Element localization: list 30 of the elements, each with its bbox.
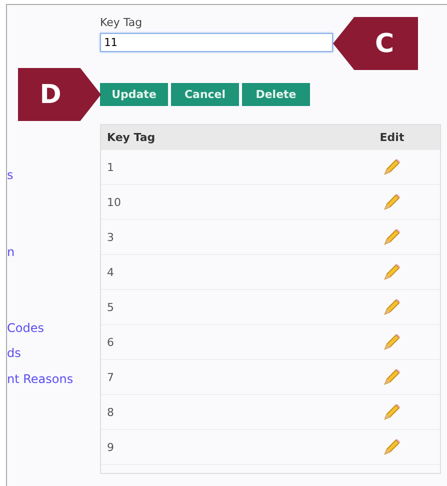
table-cell-text: 7 xyxy=(106,370,115,384)
table-cell-text: 4 xyxy=(106,266,115,278)
sidebar-link[interactable]: nt Reasons xyxy=(7,371,100,387)
action-button[interactable]: Delete xyxy=(242,83,310,106)
pencil-icon[interactable] xyxy=(382,262,402,282)
pencil-icon[interactable] xyxy=(382,227,402,247)
sidebar-link[interactable]: s xyxy=(7,167,100,183)
pencil-icon[interactable] xyxy=(382,332,402,352)
column-header: Edit xyxy=(378,131,406,144)
action-button[interactable]: Cancel xyxy=(171,83,239,106)
table-cell-text: 8 xyxy=(106,406,115,418)
action-button[interactable]: Update xyxy=(100,83,168,106)
pencil-icon[interactable] xyxy=(382,297,402,317)
pencil-icon[interactable] xyxy=(382,402,402,422)
pencil-icon[interactable] xyxy=(382,437,402,457)
pencil-icon[interactable] xyxy=(382,192,402,212)
key-tag-field[interactable]: 11 xyxy=(100,33,333,52)
sidebar-link[interactable]: ds xyxy=(7,345,100,361)
field-label: Key Tag xyxy=(100,16,144,29)
table-cell-text: 5 xyxy=(106,300,115,314)
sidebar-link[interactable]: Codes xyxy=(7,320,100,336)
column-header: Key Tag xyxy=(106,131,156,144)
pencil-icon[interactable] xyxy=(382,367,402,387)
sidebar-link[interactable]: n xyxy=(7,244,100,260)
pencil-icon[interactable] xyxy=(382,157,402,177)
table-cell-text: 10 xyxy=(106,196,122,208)
table-cell-text: 3 xyxy=(106,230,115,244)
table-cell-text: 9 xyxy=(106,440,115,454)
table-cell-text: 1 xyxy=(106,160,115,174)
table-cell-text: 6 xyxy=(106,336,115,348)
